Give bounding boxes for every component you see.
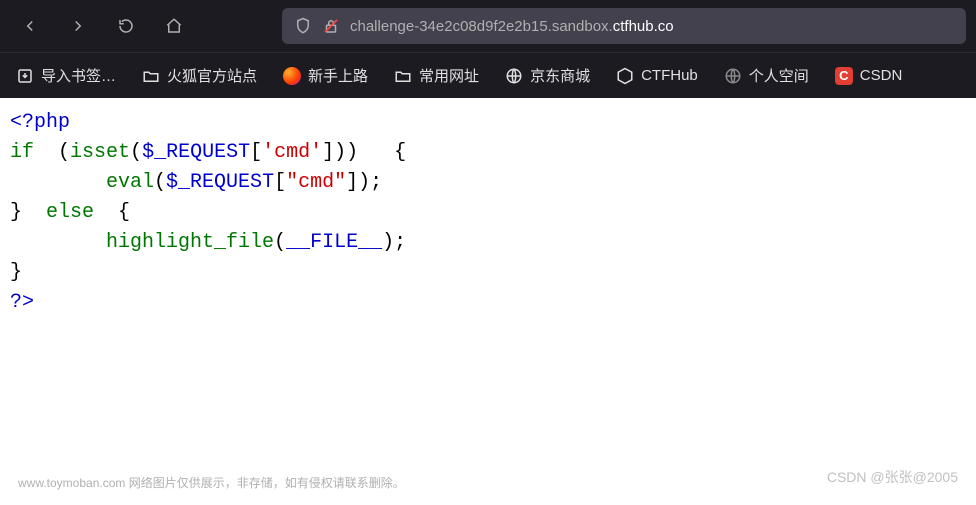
code-line: if (isset($_REQUEST['cmd'])) { (10, 138, 966, 168)
bookmark-common-sites[interactable]: 常用网址 (388, 59, 485, 92)
bookmarks-bar: 导入书签… 火狐官方站点 新手上路 常用网址 京东商城 (0, 52, 976, 98)
watermark-right: CSDN @张张@2005 (827, 467, 958, 487)
bookmark-csdn[interactable]: C CSDN (829, 61, 909, 91)
url-text: challenge-34e2c08d9f2e2b15.sandbox.ctfhu… (350, 18, 674, 35)
home-button[interactable] (154, 8, 194, 44)
import-bookmarks-button[interactable]: 导入书签… (10, 59, 122, 92)
bookmark-firefox-official[interactable]: 火狐官方站点 (136, 59, 263, 92)
folder-icon (142, 67, 160, 85)
ctfhub-icon (616, 67, 634, 85)
bookmark-label: 导入书签… (41, 65, 116, 86)
csdn-icon: C (835, 67, 853, 85)
globe-icon (505, 67, 523, 85)
insecure-lock-icon (322, 17, 340, 35)
bookmark-personal-space[interactable]: 个人空间 (718, 59, 815, 92)
forward-button[interactable] (58, 8, 98, 44)
bookmark-label: 新手上路 (308, 65, 368, 86)
bookmark-label: CSDN (860, 67, 903, 84)
bookmark-label: 常用网址 (419, 65, 479, 86)
url-bar[interactable]: challenge-34e2c08d9f2e2b15.sandbox.ctfhu… (282, 8, 966, 44)
watermark-left: www.toymoban.com 网络图片仅供展示，非存储，如有侵权请联系删除。 (18, 474, 405, 491)
bookmark-label: CTFHub (641, 67, 698, 84)
bookmark-label: 京东商城 (530, 65, 590, 86)
code-line: <?php (10, 108, 966, 138)
nav-bar: challenge-34e2c08d9f2e2b15.sandbox.ctfhu… (0, 0, 976, 52)
code-line: highlight_file(__FILE__); (10, 228, 966, 258)
folder-icon (394, 67, 412, 85)
browser-chrome: challenge-34e2c08d9f2e2b15.sandbox.ctfhu… (0, 0, 976, 98)
shield-icon (294, 17, 312, 35)
back-button[interactable] (10, 8, 50, 44)
page-content: <?php if (isset($_REQUEST['cmd'])) { eva… (0, 98, 976, 328)
reload-button[interactable] (106, 8, 146, 44)
globe-icon (724, 67, 742, 85)
firefox-icon (283, 67, 301, 85)
bookmark-getting-started[interactable]: 新手上路 (277, 59, 374, 92)
bookmark-jd[interactable]: 京东商城 (499, 59, 596, 92)
code-line: } else { (10, 198, 966, 228)
import-icon (16, 67, 34, 85)
code-line: eval($_REQUEST["cmd"]); (10, 168, 966, 198)
bookmark-label: 个人空间 (749, 65, 809, 86)
bookmark-label: 火狐官方站点 (167, 65, 257, 86)
code-line: ?> (10, 288, 966, 318)
code-line: } (10, 258, 966, 288)
bookmark-ctfhub[interactable]: CTFHub (610, 61, 704, 91)
